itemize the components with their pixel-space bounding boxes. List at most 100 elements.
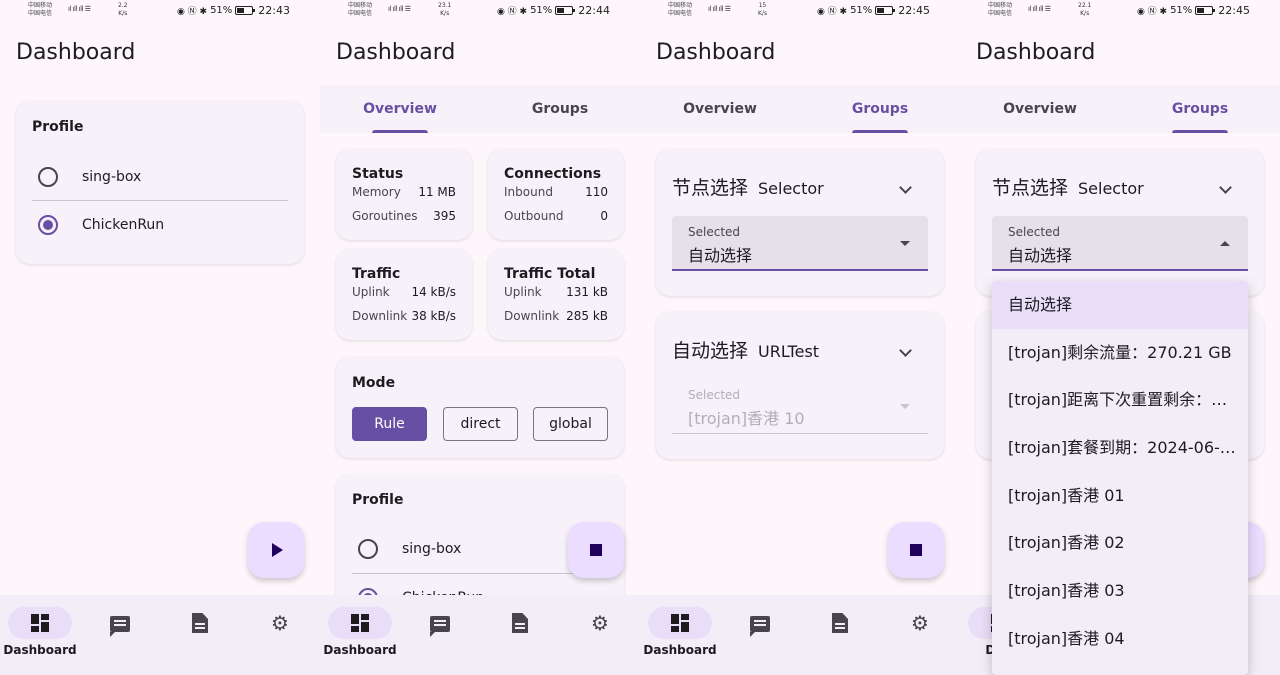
document-icon bbox=[512, 613, 528, 633]
page-title: Dashboard bbox=[16, 40, 136, 65]
carrier-label: 中国移动 中国电信 bbox=[28, 2, 53, 17]
outbound-row: Outbound 0 bbox=[504, 209, 608, 223]
tab-overview[interactable]: Overview bbox=[960, 85, 1120, 133]
nav-dashboard-label: Dashboard bbox=[643, 643, 717, 657]
select-value: 自动选择 bbox=[688, 246, 753, 265]
dashboard-icon bbox=[351, 614, 369, 632]
clock: 22:45 bbox=[1218, 4, 1250, 17]
tab-bar: Overview Groups bbox=[640, 85, 960, 133]
uplink-row: Uplink 14 kB/s bbox=[352, 285, 456, 299]
select-label: Selected bbox=[1008, 225, 1061, 239]
screen-dashboard-groups: 中国移动 中国电信 ıl ıll ıll ☰ 15 K/s ◉ Ⓝ ✱ 51% 22… bbox=[640, 0, 960, 675]
mode-card: Mode Rule direct global bbox=[336, 357, 624, 458]
radio-button[interactable] bbox=[358, 539, 378, 559]
tab-overview[interactable]: Overview bbox=[320, 85, 480, 133]
mode-direct-button[interactable]: direct bbox=[443, 407, 518, 441]
nav-settings[interactable]: ⚙ bbox=[888, 607, 952, 663]
nav-dashboard-label: Dashboard bbox=[323, 643, 397, 657]
menu-item[interactable]: [trojan]香港 02 bbox=[992, 519, 1248, 567]
menu-item-auto-select[interactable]: 自动选择 bbox=[992, 281, 1248, 329]
menu-item[interactable]: [trojan]距离下次重置剩余：… bbox=[992, 376, 1248, 424]
battery-icon bbox=[875, 6, 896, 15]
group-header: 自动选择 URLTest bbox=[672, 336, 819, 363]
status-bar: 中国移动 中国电信 ıl ıll ıll ☰ 23.1 K/s ◉ Ⓝ ✱ 51% … bbox=[320, 0, 640, 22]
nav-dashboard[interactable]: Dashboard bbox=[3, 607, 77, 663]
signal-icon: ıl ıll ıll ☰ bbox=[708, 5, 731, 13]
menu-item[interactable]: [trojan]套餐到期：2024-06-… bbox=[992, 424, 1248, 472]
mode-global-button[interactable]: global bbox=[533, 407, 608, 441]
profile-option-chickenrun[interactable]: ChickenRun bbox=[32, 201, 288, 249]
battery-icon bbox=[235, 6, 256, 15]
menu-item[interactable]: [trojan]香港 04 bbox=[992, 615, 1248, 663]
nav-logs[interactable] bbox=[88, 607, 152, 663]
group-header: 节点选择 Selector bbox=[992, 173, 1144, 200]
nav-logs[interactable] bbox=[408, 607, 472, 663]
stop-icon bbox=[910, 544, 922, 556]
select-label: Selected bbox=[688, 225, 741, 239]
group-type: URLTest bbox=[758, 342, 820, 361]
tab-bar: Overview Groups bbox=[320, 85, 640, 133]
dashboard-icon bbox=[31, 614, 49, 632]
traffic-card: Traffic Uplink 14 kB/s Downlink 38 kB/s bbox=[336, 249, 472, 340]
tab-groups[interactable]: Groups bbox=[800, 85, 960, 133]
nav-configuration[interactable] bbox=[488, 607, 552, 663]
group-card-selector: 节点选择 Selector Selected 自动选择 bbox=[656, 149, 944, 296]
chevron-down-icon[interactable] bbox=[899, 344, 912, 357]
status-card: Status Memory 11 MB Goroutines 395 bbox=[336, 149, 472, 240]
tab-overview[interactable]: Overview bbox=[640, 85, 800, 133]
signal-icon: ıl ıll ıll ☰ bbox=[68, 5, 91, 13]
tab-groups[interactable]: Groups bbox=[1120, 85, 1280, 133]
dropdown-arrow-icon bbox=[900, 241, 910, 246]
tab-groups[interactable]: Groups bbox=[480, 85, 640, 133]
start-fab[interactable] bbox=[248, 522, 304, 578]
status-bar: 中国移动 中国电信 ıl ıll ıll ☰ 22.1 K/s ◉ Ⓝ ✱ 51% … bbox=[960, 0, 1280, 22]
group-dropdown-menu: 自动选择 [trojan]剩余流量：270.21 GB [trojan]距离下次… bbox=[992, 281, 1248, 675]
dropdown-arrow-up-icon bbox=[1220, 241, 1230, 246]
screen-dashboard-overview: 中国移动 中国电信 ıl ıll ıll ☰ 23.1 K/s ◉ Ⓝ ✱ 51% … bbox=[320, 0, 640, 675]
signal-icon: ıl ıll ıll ☰ bbox=[388, 5, 411, 13]
group-select-open[interactable]: Selected 自动选择 bbox=[992, 216, 1248, 271]
status-icons: ◉ Ⓝ ✱ bbox=[176, 7, 208, 17]
stop-icon bbox=[590, 544, 602, 556]
downlink-row: Downlink 38 kB/s bbox=[352, 309, 456, 323]
play-icon bbox=[272, 543, 283, 557]
nav-dashboard[interactable]: Dashboard bbox=[323, 607, 397, 663]
menu-item[interactable]: [trojan]剩余流量：270.21 GB bbox=[992, 329, 1248, 377]
menu-item[interactable]: [trojan]香港 01 bbox=[992, 472, 1248, 520]
select-value: [trojan]香港 10 bbox=[688, 409, 805, 428]
group-select[interactable]: Selected 自动选择 bbox=[672, 216, 928, 271]
battery-icon bbox=[555, 6, 576, 15]
mode-rule-button[interactable]: Rule bbox=[352, 407, 427, 441]
page-title: Dashboard bbox=[656, 40, 776, 65]
nav-dashboard[interactable]: Dashboard bbox=[643, 607, 717, 663]
stop-fab[interactable] bbox=[568, 522, 624, 578]
chevron-down-icon[interactable] bbox=[899, 181, 912, 194]
stop-fab[interactable] bbox=[888, 522, 944, 578]
group-header: 节点选择 Selector bbox=[672, 173, 824, 200]
battery-percent: 51% bbox=[530, 5, 553, 16]
status-icons: ◉ Ⓝ ✱ bbox=[816, 7, 848, 17]
menu-item[interactable]: [trojan]香港 03 bbox=[992, 567, 1248, 615]
profile-option-sing-box[interactable]: sing-box bbox=[32, 153, 288, 201]
status-icons: ◉ Ⓝ ✱ bbox=[1136, 7, 1168, 17]
radio-button[interactable] bbox=[38, 167, 58, 187]
screen-dashboard-home: 中国移动 中国电信 ıl ıll ıll ☰ 2.2 K/s ◉ Ⓝ ✱ 51% 2… bbox=[0, 0, 320, 675]
nav-logs[interactable] bbox=[728, 607, 792, 663]
dashboard-icon bbox=[671, 614, 689, 632]
chat-icon bbox=[430, 616, 450, 637]
nav-configuration[interactable] bbox=[168, 607, 232, 663]
network-speed: 23.1 K/s bbox=[438, 2, 452, 17]
status-bar: 中国移动 中国电信 ıl ıll ıll ☰ 2.2 K/s ◉ Ⓝ ✱ 51% 2… bbox=[0, 0, 320, 22]
chat-icon bbox=[110, 616, 130, 637]
nav-settings[interactable]: ⚙ bbox=[568, 607, 632, 663]
battery-percent: 51% bbox=[1170, 5, 1193, 16]
carrier-label: 中国移动 中国电信 bbox=[348, 2, 373, 17]
profile-option-label: ChickenRun bbox=[82, 217, 165, 233]
chevron-down-icon[interactable] bbox=[1219, 181, 1232, 194]
nav-settings[interactable]: ⚙ bbox=[248, 607, 312, 663]
nav-configuration[interactable] bbox=[808, 607, 872, 663]
radio-button-selected[interactable] bbox=[38, 215, 58, 235]
dropdown-arrow-icon bbox=[900, 404, 910, 409]
traffic-title: Traffic bbox=[352, 266, 401, 282]
traffic-total-card: Traffic Total Uplink 131 kB Downlink 285 k… bbox=[488, 249, 624, 340]
